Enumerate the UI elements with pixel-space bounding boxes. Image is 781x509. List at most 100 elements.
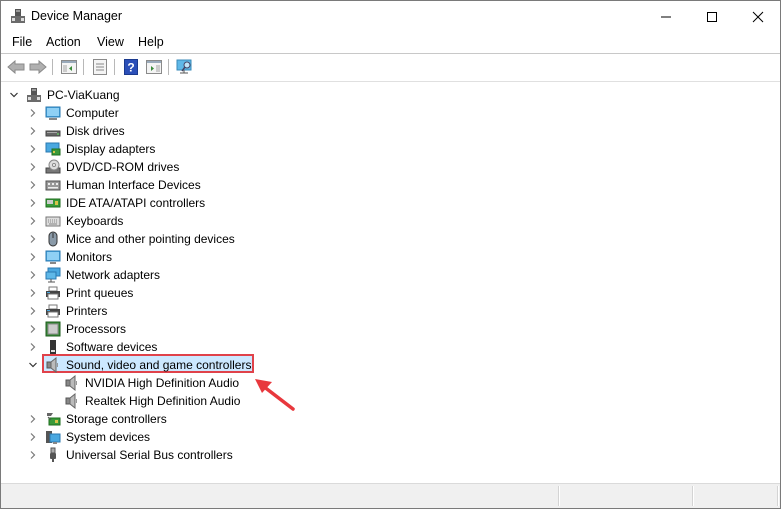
help-icon: ?	[124, 59, 138, 75]
mouse-icon	[48, 231, 58, 247]
speaker-icon	[46, 357, 58, 373]
tree-category-processors[interactable]: Processors	[1, 320, 301, 338]
tree-category-label: System devices	[66, 430, 151, 444]
tree-category-label: Universal Serial Bus controllers	[66, 448, 233, 462]
menu-help[interactable]: Help	[138, 35, 164, 49]
tree-category-printers[interactable]: Printers	[1, 302, 301, 320]
tree-category-label: Network adapters	[66, 268, 161, 282]
chevron-right-icon[interactable]	[28, 162, 38, 172]
tree-category-computer[interactable]: Computer	[1, 104, 301, 122]
annotation-arrow-icon	[255, 379, 295, 411]
tree-category-label: Software devices	[66, 340, 158, 354]
chevron-right-icon[interactable]	[28, 270, 38, 280]
help-button[interactable]: ?	[121, 58, 141, 76]
chevron-right-icon[interactable]	[28, 126, 38, 136]
close-icon	[752, 11, 764, 22]
forward-button[interactable]	[28, 58, 48, 76]
chevron-down-icon[interactable]	[9, 90, 19, 100]
device-tree: PC-ViaKuang Computer Disk drives Display ad…	[1, 82, 780, 484]
device-manager-icon	[11, 9, 25, 23]
keyboard-icon	[45, 216, 61, 227]
tree-category-label: Print queues	[66, 286, 134, 300]
tree-category-mice-and-other-pointing-devices[interactable]: Mice and other pointing devices	[1, 230, 301, 248]
maximize-button[interactable]	[689, 1, 735, 32]
properties-button[interactable]	[90, 58, 110, 76]
tree-category-monitors[interactable]: Monitors	[1, 248, 301, 266]
chevron-right-icon[interactable]	[28, 324, 38, 334]
tree-category-label: Printers	[66, 304, 108, 318]
tree-category-label: Human Interface Devices	[66, 178, 201, 192]
chevron-right-icon[interactable]	[28, 108, 38, 118]
chevron-right-icon[interactable]	[28, 216, 38, 226]
tree-root-label: PC-ViaKuang	[47, 88, 120, 102]
tree-category-label: Monitors	[66, 250, 113, 264]
chevron-right-icon[interactable]	[28, 180, 38, 190]
chevron-right-icon[interactable]	[28, 252, 38, 262]
tree-category-display-adapters[interactable]: Display adapters	[1, 140, 301, 158]
print-queue-icon	[46, 286, 60, 300]
toolbar-separator	[52, 59, 53, 75]
chevron-right-icon[interactable]	[28, 198, 38, 208]
processor-icon	[45, 321, 61, 337]
chevron-right-icon[interactable]	[28, 432, 38, 442]
tree-category-disk-drives[interactable]: Disk drives	[1, 122, 301, 140]
chevron-right-icon[interactable]	[28, 234, 38, 244]
status-bar-divider	[777, 486, 779, 506]
chevron-right-icon[interactable]	[28, 450, 38, 460]
show-hide-console-tree-button[interactable]	[59, 58, 79, 76]
usb-icon	[50, 447, 56, 462]
tree-category-label: Sound, video and game controllers	[66, 358, 252, 372]
chevron-right-icon[interactable]	[28, 144, 38, 154]
disk-drive-icon	[45, 130, 61, 137]
close-button[interactable]	[735, 1, 781, 32]
status-bar-divider	[692, 486, 694, 506]
tree-category-software-devices[interactable]: Software devices	[1, 338, 301, 356]
tree-category-human-interface-devices[interactable]: Human Interface Devices	[1, 176, 301, 194]
show-hide-console-tree-icon	[61, 60, 77, 74]
computer-icon	[45, 106, 61, 120]
chevron-right-icon[interactable]	[28, 306, 38, 316]
tree-category-label: Computer	[66, 106, 119, 120]
tree-category-system-devices[interactable]: System devices	[1, 428, 301, 446]
ide-controller-icon	[45, 198, 61, 208]
chevron-right-icon[interactable]	[28, 342, 38, 352]
scan-hardware-changes-icon	[176, 59, 192, 74]
chevron-right-icon[interactable]	[28, 288, 38, 298]
minimize-button[interactable]	[643, 1, 689, 32]
back-button[interactable]	[6, 58, 26, 76]
tree-root-node[interactable]: PC-ViaKuang	[1, 86, 301, 104]
tree-category-label: Mice and other pointing devices	[66, 232, 235, 246]
show-action-pane-button[interactable]	[144, 58, 164, 76]
toolbar-separator	[83, 59, 84, 75]
printer-icon	[46, 304, 60, 318]
network-adapter-icon	[45, 267, 61, 283]
menu-view[interactable]: View	[97, 35, 124, 49]
tree-category-label: Storage controllers	[66, 412, 167, 426]
dvd-drive-icon	[45, 159, 61, 174]
menu-file[interactable]: File	[12, 35, 32, 49]
tree-category-print-queues[interactable]: Print queues	[1, 284, 301, 302]
maximize-icon	[707, 11, 717, 22]
chevron-down-icon[interactable]	[28, 360, 38, 370]
back-arrow-icon	[7, 60, 25, 74]
storage-controller-icon	[47, 413, 61, 426]
tree-category-label: Disk drives	[66, 124, 125, 138]
tree-device-label: Realtek High Definition Audio	[85, 394, 241, 408]
chevron-right-icon[interactable]	[28, 414, 38, 424]
tree-device-label: NVIDIA High Definition Audio	[85, 376, 240, 390]
tree-category-network-adapters[interactable]: Network adapters	[1, 266, 301, 284]
title-bar: Device Manager	[1, 1, 780, 32]
forward-arrow-icon	[29, 60, 47, 74]
properties-icon	[93, 59, 107, 75]
hid-icon	[45, 180, 61, 191]
tree-category-dvd-cd-rom-drives[interactable]: DVD/CD-ROM drives	[1, 158, 301, 176]
tree-category-label: Keyboards	[66, 214, 124, 228]
svg-text:?: ?	[127, 61, 134, 75]
tree-category-universal-serial-bus-controllers[interactable]: Universal Serial Bus controllers	[1, 446, 301, 464]
toolbar-separator	[114, 59, 115, 75]
menu-action[interactable]: Action	[46, 35, 81, 49]
tree-category-sound-video-and-game-controllers[interactable]: Sound, video and game controllers	[1, 356, 301, 374]
tree-category-ide-ata-atapi-controllers[interactable]: IDE ATA/ATAPI controllers	[1, 194, 301, 212]
scan-hardware-changes-button[interactable]	[175, 58, 195, 76]
tree-category-keyboards[interactable]: Keyboards	[1, 212, 301, 230]
